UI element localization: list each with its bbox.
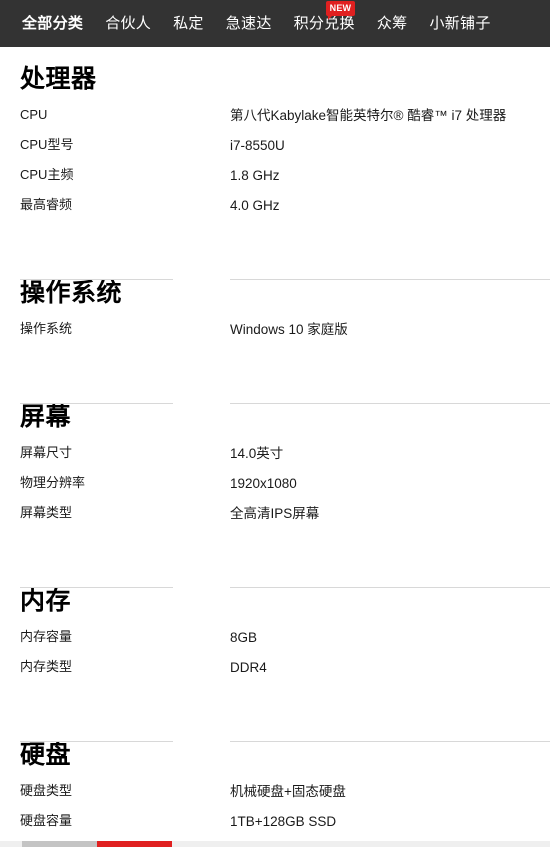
spec-row: 内存类型 DDR4 xyxy=(0,659,550,689)
new-badge: NEW xyxy=(325,1,356,20)
spec-label: 屏幕类型 xyxy=(20,505,73,520)
spec-value: 1TB+128GB SSD xyxy=(230,814,337,829)
spec-row: 硬盘类型 机械硬盘+固态硬盘 xyxy=(0,783,550,813)
section-divider-right xyxy=(230,587,550,588)
section-divider-left xyxy=(20,741,173,742)
spec-row: 操作系统 Windows 10 家庭版 xyxy=(0,321,550,351)
spec-label: 内存类型 xyxy=(20,659,73,674)
nav-item-label: 积分兑换 xyxy=(293,15,355,32)
nav-item-6[interactable]: 小新铺子 xyxy=(429,16,490,31)
spec-row: 硬盘容量 1TB+128GB SSD xyxy=(0,813,550,843)
section-divider-left xyxy=(20,279,173,280)
spec-row: 最高睿频 4.0 GHz xyxy=(0,197,550,227)
nav-item-5[interactable]: 众筹 xyxy=(377,16,408,31)
spec-value: DDR4 xyxy=(230,660,267,675)
spec-row: 屏幕尺寸 14.0英寸 xyxy=(0,445,550,475)
spec-section: 处理器 CPU 第八代Kabylake智能英特尔® 酷睿™ i7 处理器 CPU型号 i… xyxy=(0,65,550,227)
nav-item-1[interactable]: 合伙人 xyxy=(105,16,151,31)
section-divider-left xyxy=(20,403,173,404)
spec-value: 1.8 GHz xyxy=(230,168,280,183)
spec-label: 屏幕尺寸 xyxy=(20,445,73,460)
spec-label: CPU xyxy=(20,107,48,122)
nav-item-label: 合伙人 xyxy=(105,15,152,32)
section-divider-right xyxy=(230,403,550,404)
spec-value: 4.0 GHz xyxy=(230,198,280,213)
spec-label: 内存容量 xyxy=(20,629,73,644)
spec-label: CPU主频 xyxy=(20,167,74,182)
spec-value: 机械硬盘+固态硬盘 xyxy=(230,784,346,799)
spec-row: CPU 第八代Kabylake智能英特尔® 酷睿™ i7 处理器 xyxy=(0,107,550,137)
nav-item-2[interactable]: 私定 xyxy=(173,16,204,31)
section-title: 硬盘 xyxy=(20,741,72,769)
nav-item-label: 私定 xyxy=(173,15,204,32)
spec-label: 硬盘容量 xyxy=(20,813,73,828)
section-title: 操作系统 xyxy=(20,279,123,307)
spec-label: 操作系统 xyxy=(20,321,73,336)
spec-label: CPU型号 xyxy=(20,137,74,152)
section-divider-right xyxy=(230,741,550,742)
spec-label: 硬盘类型 xyxy=(20,783,73,798)
nav-item-4[interactable]: 积分兑换 NEW xyxy=(293,1,356,32)
nav-item-label: 小新铺子 xyxy=(429,15,491,32)
spec-section: 内存内存容量 8GB 内存类型 DDR4 xyxy=(0,587,550,689)
section-title: 屏幕 xyxy=(20,403,72,431)
top-navigation-bar: 全部分类 合伙人 私定 急速达 积分兑换 NEW 众筹 小新铺子 xyxy=(0,0,550,47)
spec-section: 硬盘硬盘类型 机械硬盘+固态硬盘硬盘容量 1TB+128GB SSD xyxy=(0,741,550,843)
spec-value: 全高清IPS屏幕 xyxy=(230,506,320,521)
specification-sheet: 处理器 CPU 第八代Kabylake智能英特尔® 酷睿™ i7 处理器 CPU型号 i… xyxy=(0,65,550,843)
spec-row: 内存容量 8GB xyxy=(0,629,550,659)
nav-item-label: 众筹 xyxy=(376,15,408,32)
spec-label: 物理分辨率 xyxy=(20,475,86,490)
spec-value: 8GB xyxy=(230,630,258,645)
spec-value: 1920x1080 xyxy=(230,476,297,491)
spec-value: i7-8550U xyxy=(230,138,285,153)
section-title: 处理器 xyxy=(20,65,97,93)
nav-item-3[interactable]: 急速达 xyxy=(226,16,272,31)
spec-value: Windows 10 家庭版 xyxy=(230,322,348,337)
spec-row: 物理分辨率 1920x1080 xyxy=(0,475,550,505)
nav-item-label: 全部分类 xyxy=(22,15,84,32)
spec-row: CPU型号 i7-8550U xyxy=(0,137,550,167)
progress-segment-grey xyxy=(22,841,97,847)
nav-item-0[interactable]: 全部分类 xyxy=(22,16,83,31)
spec-row: CPU主频 1.8 GHz xyxy=(0,167,550,197)
section-title: 内存 xyxy=(20,587,72,615)
section-divider-right xyxy=(230,279,550,280)
progress-segment-red[interactable] xyxy=(97,841,172,847)
section-divider-left xyxy=(20,587,173,588)
spec-section: 操作系统 操作系统 Windows 10 家庭版 xyxy=(0,279,550,351)
nav-item-label: 急速达 xyxy=(225,15,272,32)
spec-row: 屏幕类型 全高清IPS屏幕 xyxy=(0,505,550,535)
spec-value: 第八代Kabylake智能英特尔® 酷睿™ i7 处理器 xyxy=(230,108,507,123)
bottom-progress-bar[interactable] xyxy=(0,841,550,847)
spec-label: 最高睿频 xyxy=(20,197,73,212)
spec-value: 14.0英寸 xyxy=(230,446,284,461)
spec-section: 屏幕屏幕尺寸 14.0英寸物理分辨率 1920x1080 屏幕类型 全高清IPS屏幕 xyxy=(0,403,550,535)
